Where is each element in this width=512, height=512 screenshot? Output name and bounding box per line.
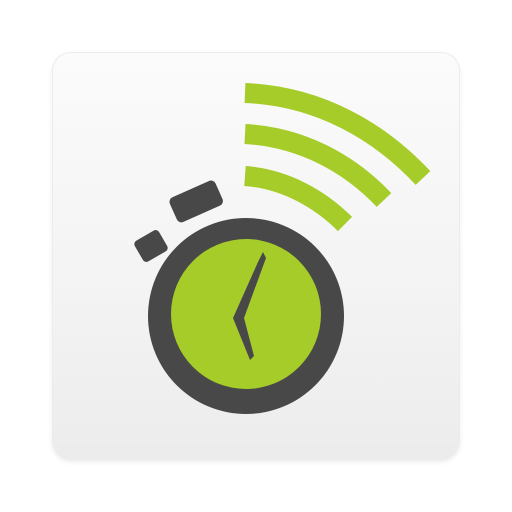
stopwatch-icon — [134, 180, 344, 414]
stopwatch-face — [171, 239, 321, 389]
wireless-signal-icon — [243, 83, 431, 232]
signal-arc-inner — [243, 166, 353, 232]
app-glyph — [134, 83, 431, 414]
stopwatch-button-small — [134, 230, 168, 262]
app-icon[interactable] — [0, 0, 512, 512]
stopwatch-button-large — [169, 180, 223, 223]
